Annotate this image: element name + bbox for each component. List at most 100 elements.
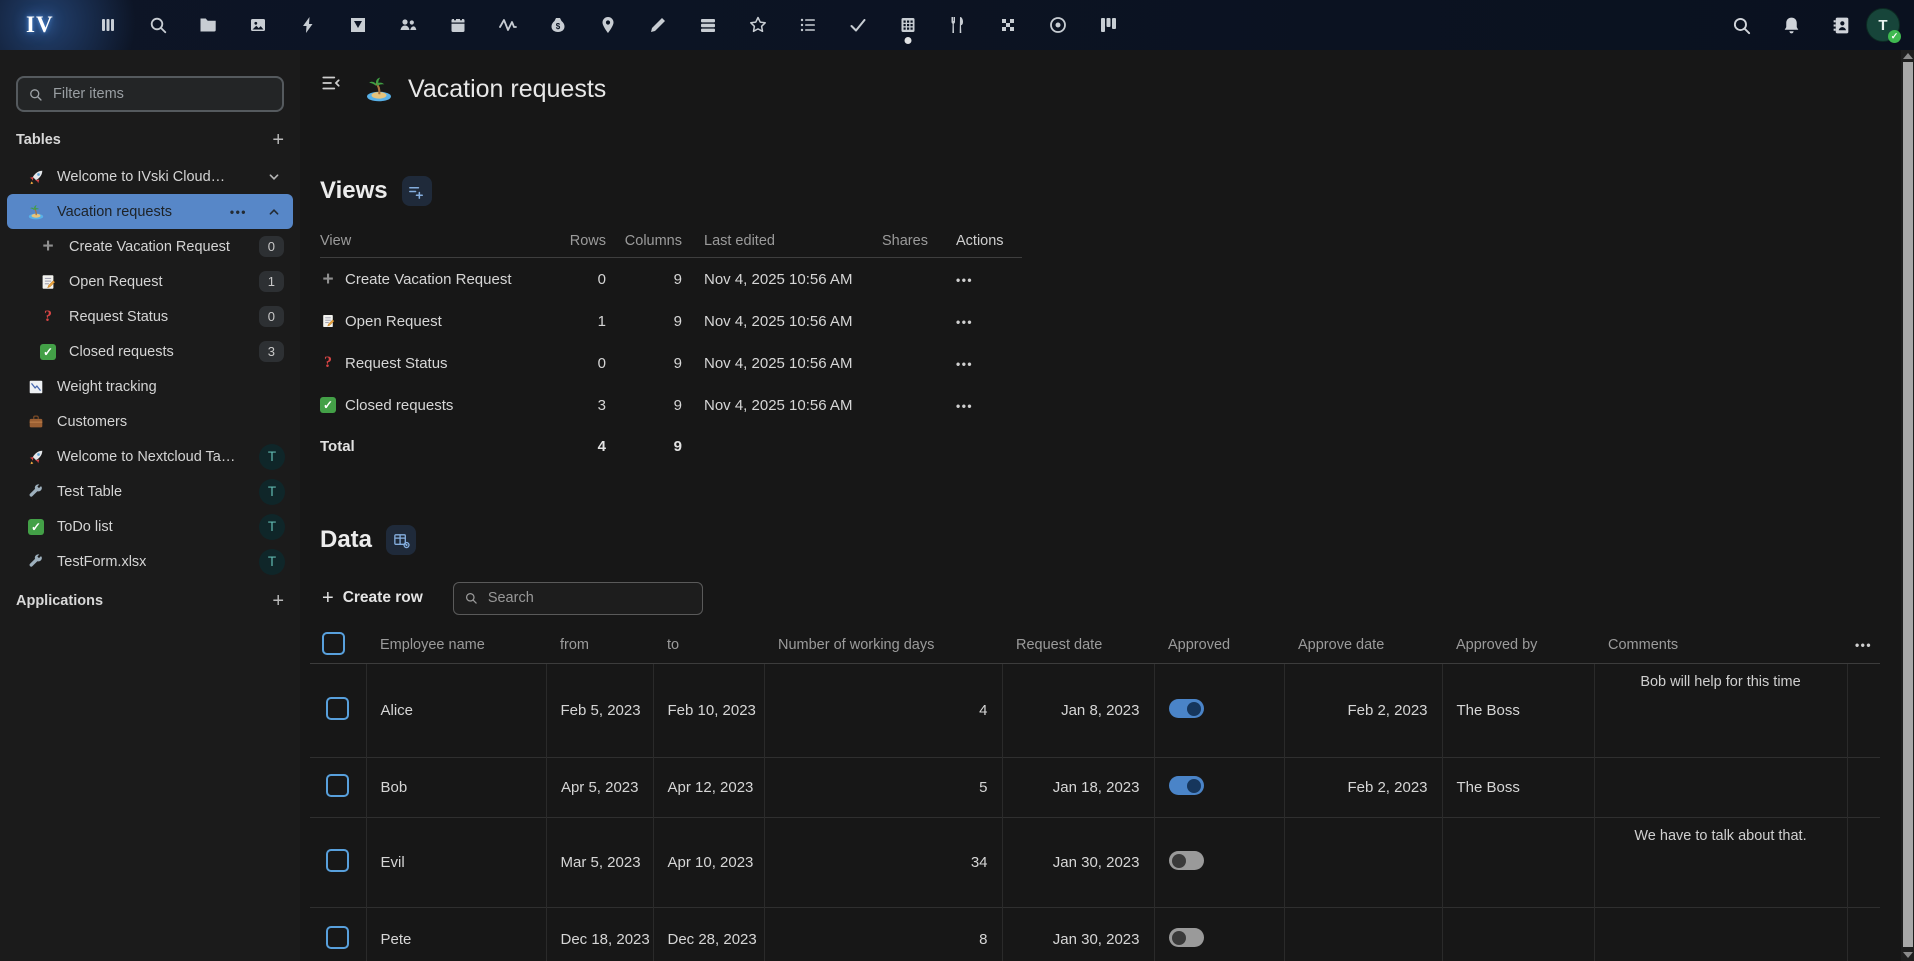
games-icon[interactable]	[998, 15, 1018, 35]
photos-icon[interactable]	[248, 15, 268, 35]
sidebar-item-welcome-to-ivski-cloud[interactable]: Welcome to IVski Cloud…	[7, 159, 293, 194]
favorites-icon[interactable]	[748, 15, 768, 35]
view-actions-menu-icon[interactable]: •••	[944, 271, 1022, 288]
cell-from: Mar 5, 2023	[546, 818, 653, 908]
vectors-icon[interactable]	[348, 15, 368, 35]
select-all-checkbox[interactable]	[322, 632, 345, 655]
rocket-icon	[27, 448, 45, 466]
view-link[interactable]: Open Request	[345, 313, 442, 330]
view-link[interactable]: Request Status	[345, 355, 448, 372]
vertical-scrollbar[interactable]	[1901, 50, 1914, 961]
views-table-header: View Rows Columns Last edited Shares Act…	[320, 225, 1022, 258]
notifications-bell-icon[interactable]	[1781, 15, 1802, 36]
question-icon: ?	[320, 355, 336, 371]
scroll-up-icon[interactable]	[1903, 53, 1913, 59]
sidebar-item-open-request[interactable]: Open Request1	[7, 264, 293, 299]
create-row-label: Create row	[343, 589, 423, 607]
sidebar-item-todo-list[interactable]: ✓ToDo listT	[7, 509, 293, 544]
views-col-last-edited: Last edited	[686, 233, 882, 249]
view-actions-menu-icon[interactable]: •••	[944, 397, 1022, 414]
collapse-sidebar-icon[interactable]	[320, 72, 342, 94]
approved-toggle[interactable]	[1169, 776, 1204, 795]
scrollbar-thumb[interactable]	[1903, 62, 1913, 947]
view-columns: 9	[610, 355, 686, 372]
approved-toggle[interactable]	[1169, 928, 1204, 947]
sidebar-item-closed-requests[interactable]: ✓Closed requests3	[7, 334, 293, 369]
columns-menu-icon[interactable]: •••	[1847, 627, 1880, 664]
sidebar-item-create-vacation-request[interactable]: +Create Vacation Request0	[7, 229, 293, 264]
scroll-down-icon[interactable]	[1903, 952, 1913, 958]
sidebar-item-welcome-to-nextcloud-ta[interactable]: Welcome to Nextcloud Ta…T	[7, 439, 293, 474]
add-table-button[interactable]: +	[272, 130, 284, 150]
notes-icon[interactable]	[648, 15, 668, 35]
approved-toggle[interactable]	[1169, 851, 1204, 870]
files-icon[interactable]	[198, 15, 218, 35]
manage-table-button[interactable]	[386, 525, 416, 555]
row-checkbox[interactable]	[326, 926, 349, 949]
view-link[interactable]: Create Vacation Request	[345, 271, 512, 288]
kanban-icon[interactable]	[1098, 15, 1118, 35]
owner-avatar: T	[259, 514, 285, 540]
add-application-button[interactable]: +	[272, 591, 284, 611]
search-icon[interactable]	[1731, 15, 1752, 36]
approved-toggle[interactable]	[1169, 699, 1204, 718]
views-col-actions: Actions	[944, 233, 1022, 249]
sidebar-item-test-table[interactable]: Test TableT	[7, 474, 293, 509]
table-row: PeteDec 18, 2023Dec 28, 20238Jan 30, 202…	[310, 908, 1880, 961]
views-col-shares: Shares	[882, 233, 944, 249]
analytics-icon[interactable]	[498, 15, 518, 35]
cloud-logo[interactable]: IV	[26, 12, 54, 38]
deck-icon[interactable]	[698, 15, 718, 35]
dashboard-icon[interactable]	[98, 15, 118, 35]
maps-icon[interactable]	[598, 15, 618, 35]
calendar-icon[interactable]	[448, 15, 468, 35]
chevron-up-icon[interactable]	[265, 203, 283, 221]
contacts-menu-icon[interactable]	[1831, 15, 1852, 36]
sidebar-item-testform-xlsx[interactable]: TestForm.xlsxT	[7, 544, 293, 579]
activity-icon[interactable]	[298, 15, 318, 35]
sidebar-item-request-status[interactable]: ?Request Status0	[7, 299, 293, 334]
col-to: to	[653, 627, 764, 664]
view-row: ✓Closed requests39Nov 4, 2025 10:56 AM••…	[320, 384, 1022, 426]
item-menu-icon[interactable]: •••	[230, 204, 247, 220]
row-checkbox[interactable]	[326, 774, 349, 797]
rocket-icon	[27, 168, 45, 186]
memories-icon[interactable]	[1048, 15, 1068, 35]
owner-avatar: T	[259, 549, 285, 575]
contacts-icon[interactable]	[398, 15, 418, 35]
cell-approved_by: The Boss	[1442, 664, 1594, 758]
table-row: BobApr 5, 2023Apr 12, 20235Jan 18, 2023F…	[310, 758, 1880, 818]
tables-icon[interactable]	[898, 15, 918, 35]
view-actions-menu-icon[interactable]: •••	[944, 355, 1022, 372]
tasks-icon[interactable]	[848, 15, 868, 35]
user-avatar[interactable]: T ✓	[1866, 8, 1900, 42]
row-checkbox[interactable]	[326, 849, 349, 872]
view-last_edited: Nov 4, 2025 10:56 AM	[686, 355, 882, 372]
col-request-date: Request date	[1002, 627, 1154, 664]
cell-approve_date	[1284, 908, 1442, 961]
search-app-icon[interactable]	[148, 15, 168, 35]
sidebar-item-customers[interactable]: Customers	[7, 404, 293, 439]
view-link[interactable]: Closed requests	[345, 397, 453, 414]
row-checkbox[interactable]	[326, 697, 349, 720]
filter-input[interactable]	[51, 85, 272, 103]
views-total-columns: 9	[610, 438, 686, 455]
cell-request_date: Jan 30, 2023	[1002, 818, 1154, 908]
col-from: from	[546, 627, 653, 664]
view-actions-menu-icon[interactable]: •••	[944, 313, 1022, 330]
cell-approved_by: The Boss	[1442, 758, 1594, 818]
create-view-button[interactable]	[402, 176, 432, 206]
chevron-down-icon[interactable]	[265, 168, 283, 186]
view-rows: 0	[550, 271, 610, 288]
recipes-icon[interactable]	[948, 15, 968, 35]
sidebar-item-weight-tracking[interactable]: Weight tracking	[7, 369, 293, 404]
data-section: Data + Create row	[300, 524, 1914, 961]
checklist-icon[interactable]	[798, 15, 818, 35]
sidebar-item-vacation-requests[interactable]: Vacation requests•••	[7, 194, 293, 229]
table-search-input[interactable]	[486, 589, 692, 607]
create-row-button[interactable]: + Create row	[322, 588, 423, 608]
cell-from: Apr 5, 2023	[546, 758, 653, 818]
money-icon[interactable]: $	[548, 15, 568, 35]
table-row: EvilMar 5, 2023Apr 10, 202334Jan 30, 202…	[310, 818, 1880, 908]
green-check-icon: ✓	[27, 518, 45, 536]
